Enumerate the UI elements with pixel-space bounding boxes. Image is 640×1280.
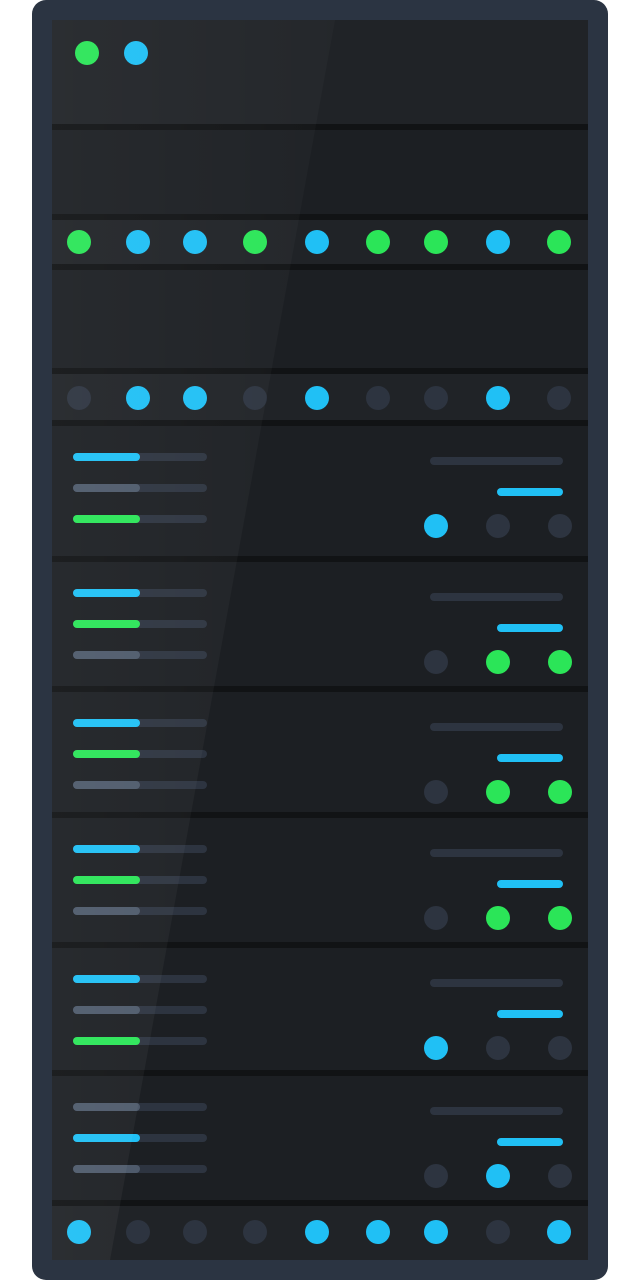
bottom-led-off	[183, 1220, 207, 1244]
drive-led-off	[548, 514, 572, 538]
drive-led-blue	[424, 1036, 448, 1060]
drive-led-off	[548, 1164, 572, 1188]
drive-led-blue	[486, 1164, 510, 1188]
bottom-led-blue	[424, 1220, 448, 1244]
drive-led-blue	[424, 514, 448, 538]
drive-led-green	[548, 906, 572, 930]
drive-status-line	[430, 723, 563, 731]
drive-led-green	[486, 650, 510, 674]
drive-led-off	[548, 1036, 572, 1060]
server-rack-illustration	[32, 0, 608, 1280]
drive-led-off	[486, 1036, 510, 1060]
drive-status-line	[430, 1107, 563, 1115]
bottom-led-off	[243, 1220, 267, 1244]
bottom-led-off	[486, 1220, 510, 1244]
drive-status-line	[430, 593, 563, 601]
drive-led-green	[486, 780, 510, 804]
bottom-led-blue	[305, 1220, 329, 1244]
row2-led-blue	[305, 386, 329, 410]
drive-led-off	[424, 906, 448, 930]
drive-led-off	[424, 780, 448, 804]
drive-led-green	[486, 906, 510, 930]
drive-activity-line	[497, 880, 563, 888]
drive-led-off	[424, 1164, 448, 1188]
drive-status-line	[430, 849, 563, 857]
bottom-led-blue	[366, 1220, 390, 1244]
drive-led-green	[548, 780, 572, 804]
drive-led-off	[486, 514, 510, 538]
drive-activity-line	[497, 754, 563, 762]
drive-activity-line	[497, 488, 563, 496]
drive-led-off	[424, 650, 448, 674]
row1-led-green	[424, 230, 448, 254]
drive-activity-line	[497, 624, 563, 632]
drive-led-green	[548, 650, 572, 674]
drive-activity-line	[497, 1010, 563, 1018]
row2-led-off	[547, 386, 571, 410]
row2-led-blue	[486, 386, 510, 410]
row1-led-green	[547, 230, 571, 254]
bottom-led-off	[126, 1220, 150, 1244]
drive-status-line	[430, 457, 563, 465]
drive-status-line	[430, 979, 563, 987]
bottom-led-blue	[547, 1220, 571, 1244]
row2-led-off	[424, 386, 448, 410]
row1-led-blue	[486, 230, 510, 254]
drive-activity-line	[497, 1138, 563, 1146]
row1-led-blue	[305, 230, 329, 254]
row1-led-green	[366, 230, 390, 254]
unit-divider	[52, 1200, 588, 1206]
row2-led-off	[366, 386, 390, 410]
